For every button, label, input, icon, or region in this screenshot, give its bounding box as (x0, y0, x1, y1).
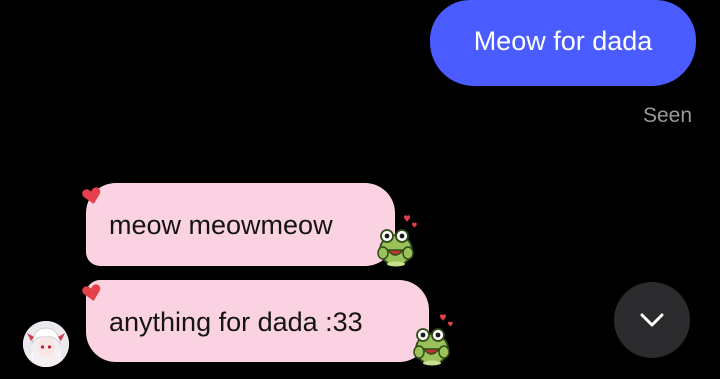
sender-avatar[interactable] (23, 321, 69, 367)
heart-icon (82, 187, 101, 204)
incoming-message-text: meow meowmeow (109, 210, 333, 240)
incoming-message-bubble[interactable]: meow meowmeow (86, 183, 395, 266)
heart-icon (82, 284, 101, 301)
chevron-down-icon (640, 313, 664, 327)
outgoing-message-bubble[interactable]: Meow for dada (430, 0, 696, 86)
outgoing-message-text: Meow for dada (473, 25, 653, 56)
anime-avatar-icon (23, 321, 69, 367)
chat-thread: Meow for dada Seen meow meowmeow anythin… (0, 0, 720, 379)
seen-status: Seen (642, 104, 692, 127)
incoming-message-text: anything for dada :33 (109, 307, 363, 337)
incoming-message-bubble[interactable]: anything for dada :33 (86, 280, 429, 362)
frog-sticker-icon (413, 314, 453, 366)
frog-sticker-icon (377, 215, 417, 267)
scroll-to-bottom-button[interactable] (614, 282, 690, 358)
